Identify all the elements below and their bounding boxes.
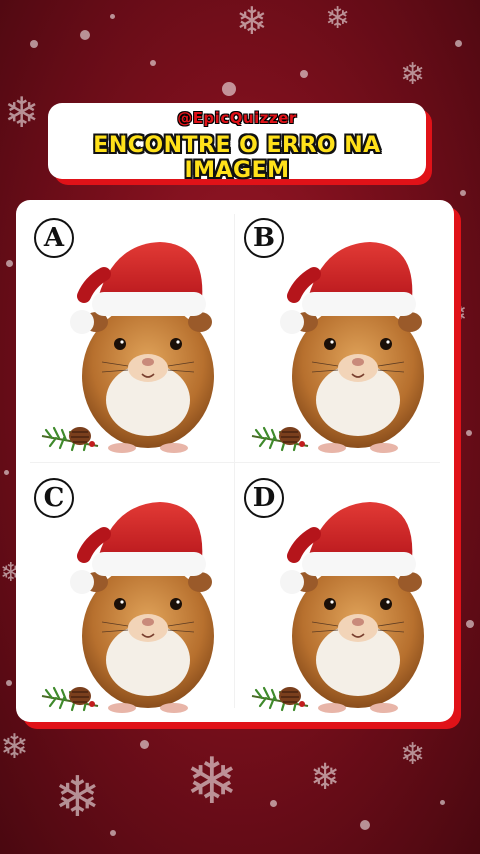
snowflake-icon: ❄: [236, 0, 268, 43]
channel-handle: @EpicQuizzer: [177, 109, 297, 127]
snowflake-icon: ❄: [54, 765, 101, 830]
option-letter-badge: B: [244, 218, 284, 258]
option-letter-badge: A: [34, 218, 74, 258]
option-a[interactable]: A: [20, 204, 230, 462]
page-title: ENCONTRE O ERRO NA IMAGEM: [93, 133, 381, 183]
option-letter-badge: C: [34, 478, 74, 518]
divider: [30, 462, 440, 463]
snowflake-icon: ❄: [400, 737, 426, 772]
option-b[interactable]: B: [230, 204, 440, 462]
snowflake-icon: ❄: [325, 1, 351, 36]
snowflake-icon: ❄: [0, 727, 29, 767]
option-c[interactable]: C: [20, 464, 230, 722]
snowflake-icon: ❄: [4, 88, 40, 137]
title-card: @EpicQuizzer ENCONTRE O ERRO NA IMAGEM: [48, 103, 426, 183]
snowflake-icon: ❄: [400, 57, 426, 92]
snowflake-icon: ❄: [310, 757, 341, 798]
option-letter-badge: D: [244, 478, 284, 518]
option-d[interactable]: D: [230, 464, 440, 722]
puzzle-board: A B C D: [16, 200, 454, 722]
snowflake-icon: ❄: [185, 745, 239, 819]
